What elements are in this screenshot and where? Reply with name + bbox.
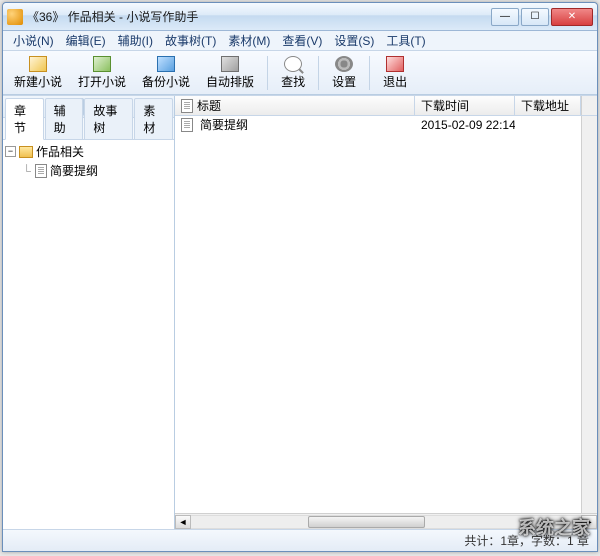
minimize-button[interactable]: [491, 8, 519, 26]
statusbar: 共计：1章，字数：1 章: [3, 529, 597, 551]
chapter-tree: − 作品相关 └ 简要提纲: [3, 140, 174, 529]
exit-button[interactable]: 退出: [376, 53, 414, 93]
auto-format-button[interactable]: 自动排版: [199, 53, 261, 93]
menu-settings[interactable]: 设置(S): [328, 32, 380, 49]
new-icon: [29, 56, 47, 72]
column-label: 标题: [197, 97, 221, 114]
tab-material[interactable]: 素材: [134, 98, 173, 139]
maximize-button[interactable]: [521, 8, 549, 26]
menu-view[interactable]: 查看(V): [276, 32, 328, 49]
toolbar-separator: [267, 56, 268, 90]
left-panel: 章节 辅助 故事树 素材 − 作品相关 └ 简要提纲: [3, 96, 175, 529]
toolbar-label: 自动排版: [206, 73, 254, 90]
menubar: 小说(N) 编辑(E) 辅助(I) 故事树(T) 素材(M) 查看(V) 设置(…: [3, 31, 597, 51]
left-tab-strip: 章节 辅助 故事树 素材: [3, 118, 174, 140]
list-header: 标题 下载时间 下载地址: [175, 96, 597, 116]
list-body: 简要提纲 2015-02-09 22:14: [175, 116, 581, 513]
menu-material[interactable]: 素材(M): [222, 32, 276, 49]
toolbar-label: 打开小说: [78, 73, 126, 90]
scroll-right-button[interactable]: ►: [581, 515, 597, 529]
tree-collapse-icon[interactable]: −: [5, 146, 16, 157]
vertical-scrollbar[interactable]: [581, 116, 597, 513]
search-icon: [284, 56, 302, 72]
close-button[interactable]: [551, 8, 593, 26]
status-text: 共计：1章，字数：1 章: [464, 532, 589, 549]
tab-assist[interactable]: 辅助: [45, 98, 84, 139]
toolbar-label: 退出: [383, 73, 407, 90]
document-icon: [181, 99, 193, 113]
titlebar[interactable]: 《36》 作品相关 - 小说写作助手: [3, 3, 597, 31]
cell-time: 2015-02-09 22:14: [415, 117, 515, 133]
folder-icon: [19, 146, 33, 158]
exit-icon: [386, 56, 404, 72]
toolbar-label: 备份小说: [142, 73, 190, 90]
tree-child-node[interactable]: └ 简要提纲: [5, 161, 172, 180]
window-title: 《36》 作品相关 - 小说写作助手: [27, 8, 491, 25]
open-icon: [93, 56, 111, 72]
tree-root-node[interactable]: − 作品相关: [5, 142, 172, 161]
toolbar: 新建小说 打开小说 备份小说 自动排版 查找 设置 退出: [3, 51, 597, 95]
document-icon: [181, 118, 193, 132]
toolbar-separator: [369, 56, 370, 90]
window-controls: [491, 8, 593, 26]
vertical-scrollbar[interactable]: [581, 96, 597, 115]
application-window: 《36》 作品相关 - 小说写作助手 小说(N) 编辑(E) 辅助(I) 故事树…: [2, 2, 598, 552]
column-header-time[interactable]: 下载时间: [415, 96, 515, 115]
menu-novel[interactable]: 小说(N): [7, 32, 60, 49]
toolbar-label: 查找: [281, 73, 305, 90]
backup-novel-button[interactable]: 备份小说: [135, 53, 197, 93]
toolbar-label: 设置: [332, 73, 356, 90]
auto-format-icon: [221, 56, 239, 72]
tree-branch-icon: └: [21, 164, 32, 178]
cell-title: 简要提纲: [200, 116, 248, 133]
new-novel-button[interactable]: 新建小说: [7, 53, 69, 93]
tab-storytree[interactable]: 故事树: [84, 98, 133, 139]
app-icon: [7, 9, 23, 25]
list-panel: 标题 下载时间 下载地址 简要提纲 2015-02-09 22:14: [175, 96, 597, 529]
scroll-track[interactable]: [191, 515, 581, 529]
column-header-url[interactable]: 下载地址: [515, 96, 581, 115]
body-area: 章节 辅助 故事树 素材 − 作品相关 └ 简要提纲: [3, 95, 597, 529]
document-icon: [35, 164, 47, 178]
menu-assist[interactable]: 辅助(I): [112, 32, 159, 49]
menu-edit[interactable]: 编辑(E): [60, 32, 112, 49]
gear-icon: [335, 56, 353, 72]
open-novel-button[interactable]: 打开小说: [71, 53, 133, 93]
tree-node-label: 简要提纲: [50, 162, 98, 179]
toolbar-label: 新建小说: [14, 73, 62, 90]
find-button[interactable]: 查找: [274, 53, 312, 93]
menu-storytree[interactable]: 故事树(T): [159, 32, 222, 49]
backup-icon: [157, 56, 175, 72]
tree-node-label: 作品相关: [36, 143, 84, 160]
cell-url: [515, 124, 581, 126]
scroll-thumb[interactable]: [308, 516, 425, 528]
horizontal-scrollbar[interactable]: ◄ ►: [175, 513, 597, 529]
column-header-title[interactable]: 标题: [175, 96, 415, 115]
toolbar-separator: [318, 56, 319, 90]
tab-chapter[interactable]: 章节: [5, 98, 44, 140]
list-row[interactable]: 简要提纲 2015-02-09 22:14: [175, 116, 581, 134]
scroll-left-button[interactable]: ◄: [175, 515, 191, 529]
settings-button[interactable]: 设置: [325, 53, 363, 93]
menu-tools[interactable]: 工具(T): [380, 32, 431, 49]
